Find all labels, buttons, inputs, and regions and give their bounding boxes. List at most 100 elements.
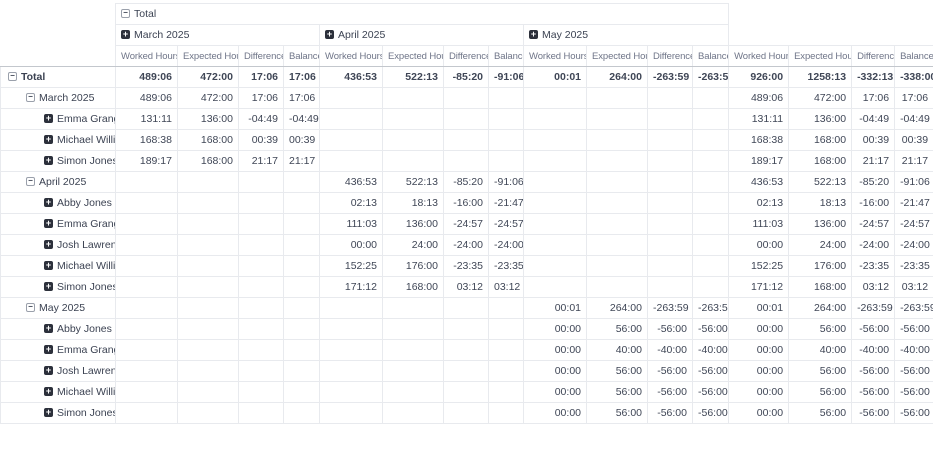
measure-header-difference[interactable]: Difference [444,46,489,67]
measure-header-difference[interactable]: Difference [239,46,284,67]
pivot-cell [693,256,729,277]
pivot-cell: 56:00 [587,361,648,382]
expand-icon[interactable]: + [44,114,53,123]
pivot-cell [239,193,284,214]
row-header-may-2025[interactable]: −May 2025 [1,298,116,319]
pivot-cell [587,277,648,298]
row-header-simon-jones[interactable]: +Simon Jones [1,277,116,298]
row-label: Total [21,71,45,83]
measure-header-difference[interactable]: Difference [648,46,693,67]
pivot-cell: 24:00 [383,235,444,256]
expand-icon[interactable]: + [44,261,53,270]
pivot-cell: -23:35 [895,256,933,277]
expand-icon[interactable]: + [44,408,53,417]
expand-icon[interactable]: + [529,30,538,39]
measure-header-expected-hours[interactable]: Expected Hours [383,46,444,67]
measure-header-worked-hours[interactable]: Worked Hours [116,46,178,67]
expand-icon[interactable]: + [44,345,53,354]
pivot-cell: 56:00 [789,403,852,424]
pivot-cell: -40:00 [693,340,729,361]
row-header-michael-williams[interactable]: +Michael Williams [1,130,116,151]
measure-header-balance[interactable]: Balance [895,46,933,67]
col-header-label: May 2025 [542,29,588,41]
col-header-total[interactable]: −Total [116,4,729,25]
pivot-cell [444,319,489,340]
expand-icon[interactable]: + [44,240,53,249]
measure-header-expected-hours[interactable]: Expected Hours [789,46,852,67]
pivot-cell [383,88,444,109]
expand-icon[interactable]: + [325,30,334,39]
pivot-cell [383,403,444,424]
row-header-simon-jones[interactable]: +Simon Jones [1,403,116,424]
measure-header-worked-hours[interactable]: Worked Hours [729,46,789,67]
row-header-michael-williams[interactable]: +Michael Williams [1,256,116,277]
pivot-cell: 21:17 [895,151,933,172]
pivot-cell [239,235,284,256]
pivot-view: −Total +March 2025 +April 2025 +May 2025… [0,0,933,424]
measure-header-balance[interactable]: Balance [489,46,524,67]
pivot-cell: 152:25 [320,256,383,277]
table-row: +Michael Williams 152:25176:00 -23:35-23:3… [1,256,933,277]
col-header-march-2025[interactable]: +March 2025 [116,25,320,46]
measure-header-balance[interactable]: Balance [284,46,320,67]
collapse-icon[interactable]: − [26,177,35,186]
pivot-cell: 56:00 [789,382,852,403]
collapse-icon[interactable]: − [26,303,35,312]
pivot-cell: 00:00 [729,319,789,340]
measure-header-worked-hours[interactable]: Worked Hours [320,46,383,67]
pivot-cell: 00:00 [524,340,587,361]
collapse-icon[interactable]: − [26,93,35,102]
table-row: +Josh Lawrence00:0056:00-56:00-56:0000:0… [1,361,933,382]
row-header-michael-williams[interactable]: +Michael Williams [1,382,116,403]
pivot-cell: 40:00 [587,340,648,361]
measure-header-expected-hours[interactable]: Expected Hours [587,46,648,67]
pivot-cell: 176:00 [383,256,444,277]
expand-icon[interactable]: + [44,387,53,396]
expand-icon[interactable]: + [44,219,53,228]
row-header-emma-granger[interactable]: +Emma Granger [1,214,116,235]
pivot-cell: -23:35 [852,256,895,277]
pivot-cell: 489:06 [729,88,789,109]
row-header-april-2025[interactable]: −April 2025 [1,172,116,193]
row-header-emma-granger[interactable]: +Emma Granger [1,109,116,130]
measure-header-balance[interactable]: Balance [693,46,729,67]
col-header-april-2025[interactable]: +April 2025 [320,25,524,46]
pivot-cell: 189:17 [116,151,178,172]
pivot-cell [284,214,320,235]
expand-icon[interactable]: + [44,366,53,375]
pivot-cell [284,277,320,298]
expand-icon[interactable]: + [121,30,130,39]
row-label: Simon Jones [57,155,116,167]
pivot-cell [693,151,729,172]
pivot-cell [524,256,587,277]
pivot-cell [178,298,239,319]
collapse-icon[interactable]: − [121,9,130,18]
row-header-josh-lawrence[interactable]: +Josh Lawrence [1,361,116,382]
row-header-abby-jones[interactable]: +Abby Jones [1,319,116,340]
table-row: +Simon Jones171:12168:0003:1203:12171:12… [1,277,933,298]
pivot-cell: 17:06 [239,88,284,109]
pivot-cell [383,151,444,172]
row-header-josh-lawrence[interactable]: +Josh Lawrence [1,235,116,256]
pivot-cell: -24:00 [852,235,895,256]
pivot-cell: 03:12 [895,277,933,298]
expand-icon[interactable]: + [44,198,53,207]
pivot-cell [524,88,587,109]
row-header-emma-granger[interactable]: +Emma Granger [1,340,116,361]
expand-icon[interactable]: + [44,135,53,144]
collapse-icon[interactable]: − [8,72,17,81]
measure-header-expected-hours[interactable]: Expected Hours [178,46,239,67]
pivot-cell [116,193,178,214]
measure-header-worked-hours[interactable]: Worked Hours [524,46,587,67]
pivot-cell: 522:13 [789,172,852,193]
measure-header-difference[interactable]: Difference [852,46,895,67]
row-header-total[interactable]: −Total [1,67,116,88]
row-header-simon-jones[interactable]: + Simon Jones [1,151,116,172]
expand-icon[interactable]: + [44,324,53,333]
row-header-march-2025[interactable]: −March 2025 [1,88,116,109]
pivot-cell: -263:59 [693,298,729,319]
expand-icon[interactable]: + [44,282,53,291]
col-header-may-2025[interactable]: + May 2025 [524,25,729,46]
row-header-abby-jones[interactable]: +Abby Jones [1,193,116,214]
expand-icon[interactable]: + [44,156,53,165]
